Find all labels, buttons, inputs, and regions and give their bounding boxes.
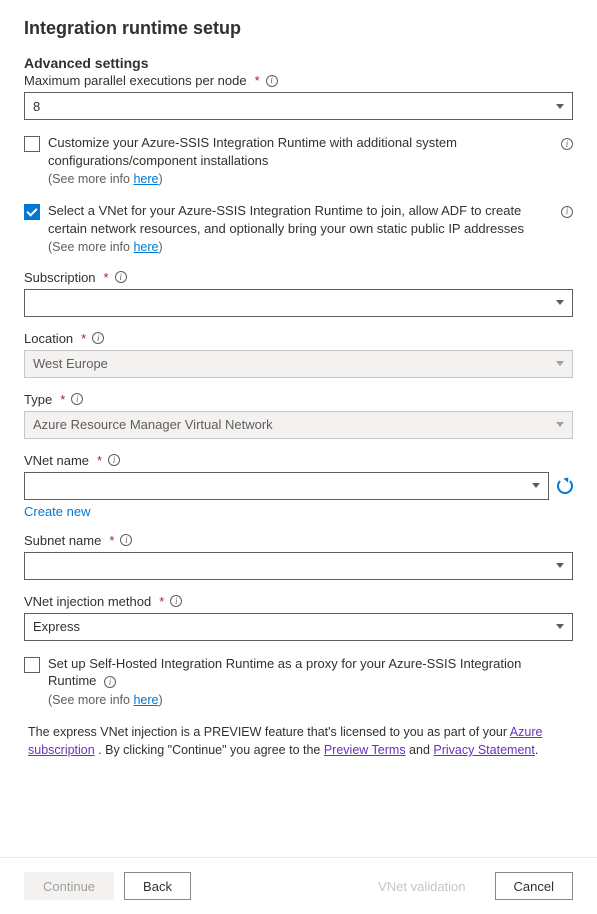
info-icon[interactable]: i bbox=[120, 534, 132, 546]
section-title: Advanced settings bbox=[24, 55, 573, 71]
vnet-option: Select a VNet for your Azure-SSIS Integr… bbox=[24, 202, 573, 256]
info-icon[interactable]: i bbox=[108, 454, 120, 466]
vnet-name-field: VNet name * i Create new bbox=[24, 453, 573, 519]
type-value: Azure Resource Manager Virtual Network bbox=[33, 417, 273, 432]
required-asterisk: * bbox=[60, 392, 65, 407]
max-parallel-value: 8 bbox=[33, 99, 40, 114]
location-field: Location * i West Europe bbox=[24, 331, 573, 378]
cancel-button[interactable]: Cancel bbox=[495, 872, 573, 900]
chevron-down-icon bbox=[556, 563, 564, 568]
injection-label: VNet injection method bbox=[24, 594, 151, 609]
info-icon[interactable]: i bbox=[170, 595, 182, 607]
vnet-validation-button: VNet validation bbox=[359, 872, 484, 900]
refresh-icon[interactable] bbox=[557, 478, 573, 494]
shir-here-link[interactable]: here bbox=[133, 693, 158, 707]
injection-method-field: VNet injection method * i Express bbox=[24, 594, 573, 641]
shir-label: Set up Self-Hosted Integration Runtime a… bbox=[48, 656, 521, 689]
info-icon[interactable]: i bbox=[92, 332, 104, 344]
customize-here-link[interactable]: here bbox=[133, 172, 158, 186]
chevron-down-icon bbox=[556, 300, 564, 305]
type-field: Type * i Azure Resource Manager Virtual … bbox=[24, 392, 573, 439]
privacy-statement-link[interactable]: Privacy Statement bbox=[433, 743, 534, 757]
vnet-checkbox[interactable] bbox=[24, 204, 40, 220]
continue-button: Continue bbox=[24, 872, 114, 900]
footer: Continue Back VNet validation Cancel bbox=[0, 857, 597, 914]
required-asterisk: * bbox=[159, 594, 164, 609]
info-icon[interactable]: i bbox=[71, 393, 83, 405]
customize-option: Customize your Azure-SSIS Integration Ru… bbox=[24, 134, 573, 188]
required-asterisk: * bbox=[97, 453, 102, 468]
injection-select[interactable]: Express bbox=[24, 613, 573, 641]
preview-note: The express VNet injection is a PREVIEW … bbox=[24, 723, 573, 759]
customize-checkbox[interactable] bbox=[24, 136, 40, 152]
vnet-see-more: (See more info here) bbox=[48, 239, 549, 256]
customize-label: Customize your Azure-SSIS Integration Ru… bbox=[48, 135, 457, 168]
subnet-name-label: Subnet name bbox=[24, 533, 101, 548]
vnet-name-label: VNet name bbox=[24, 453, 89, 468]
customize-see-more: (See more info here) bbox=[48, 171, 549, 188]
info-icon[interactable]: i bbox=[266, 75, 278, 87]
back-button[interactable]: Back bbox=[124, 872, 191, 900]
info-icon[interactable]: i bbox=[115, 271, 127, 283]
preview-terms-link[interactable]: Preview Terms bbox=[324, 743, 406, 757]
vnet-name-select[interactable] bbox=[24, 472, 549, 500]
subscription-label: Subscription bbox=[24, 270, 96, 285]
subscription-select[interactable] bbox=[24, 289, 573, 317]
required-asterisk: * bbox=[255, 73, 260, 88]
info-icon[interactable]: i bbox=[561, 206, 573, 218]
subnet-name-field: Subnet name * i bbox=[24, 533, 573, 580]
required-asterisk: * bbox=[104, 270, 109, 285]
chevron-down-icon bbox=[556, 104, 564, 109]
injection-value: Express bbox=[33, 619, 80, 634]
type-label: Type bbox=[24, 392, 52, 407]
required-asterisk: * bbox=[81, 331, 86, 346]
page-title: Integration runtime setup bbox=[24, 18, 573, 39]
location-value: West Europe bbox=[33, 356, 108, 371]
chevron-down-icon bbox=[532, 483, 540, 488]
create-new-link[interactable]: Create new bbox=[24, 504, 90, 519]
info-icon[interactable]: i bbox=[104, 676, 116, 688]
subscription-field: Subscription * i bbox=[24, 270, 573, 317]
max-parallel-field: Maximum parallel executions per node * i… bbox=[24, 73, 573, 120]
info-icon[interactable]: i bbox=[561, 138, 573, 150]
vnet-label: Select a VNet for your Azure-SSIS Integr… bbox=[48, 203, 524, 236]
type-select: Azure Resource Manager Virtual Network bbox=[24, 411, 573, 439]
shir-checkbox[interactable] bbox=[24, 657, 40, 673]
location-select: West Europe bbox=[24, 350, 573, 378]
shir-see-more: (See more info here) bbox=[48, 692, 573, 709]
subnet-name-select[interactable] bbox=[24, 552, 573, 580]
chevron-down-icon bbox=[556, 361, 564, 366]
chevron-down-icon bbox=[556, 422, 564, 427]
max-parallel-select[interactable]: 8 bbox=[24, 92, 573, 120]
shir-option: Set up Self-Hosted Integration Runtime a… bbox=[24, 655, 573, 709]
chevron-down-icon bbox=[556, 624, 564, 629]
location-label: Location bbox=[24, 331, 73, 346]
required-asterisk: * bbox=[109, 533, 114, 548]
max-parallel-label: Maximum parallel executions per node bbox=[24, 73, 247, 88]
vnet-here-link[interactable]: here bbox=[133, 240, 158, 254]
